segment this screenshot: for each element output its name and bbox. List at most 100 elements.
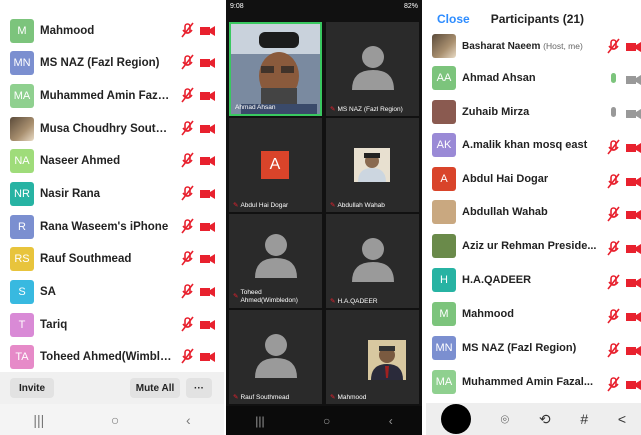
tile-name-label: ✎ Rauf Southmead — [233, 393, 289, 402]
avatar: MA — [10, 84, 34, 108]
invite-button[interactable]: Invite — [10, 378, 54, 398]
record-button[interactable] — [440, 404, 471, 434]
participant-name: Aziz ur Rehman Preside... — [462, 240, 597, 252]
participant-name: Abdullah Wahab — [462, 206, 548, 218]
left-participants-panel: M Mahmood MN MS NAZ (Fazl Region) MA Muh… — [0, 0, 224, 435]
tile-name-text: MS NAZ (Fazl Region) — [337, 105, 403, 113]
participant-name: Toheed Ahmed(Wimbled... — [40, 351, 172, 363]
tile-name-label: ✎ H.A.QADEER — [330, 297, 378, 306]
avatar: RS — [10, 247, 34, 271]
participant-video — [231, 24, 320, 114]
camera-off-icon — [626, 42, 641, 390]
participant-name: Basharat Naeem (Host, me) — [462, 41, 612, 52]
avatar — [10, 117, 34, 141]
participant-name: Mahmood — [462, 308, 514, 320]
person-silhouette-icon — [351, 46, 394, 90]
mute-icons-column — [181, 22, 215, 364]
letter-avatar: A — [261, 151, 289, 179]
avatar — [432, 100, 456, 124]
avatar: NA — [10, 149, 34, 173]
home-icon[interactable]: ○ — [111, 412, 119, 428]
mic-on-icon — [611, 107, 616, 117]
participant-name: Musa Choudhry Southfie... — [40, 123, 172, 135]
mute-icons-column — [607, 38, 641, 392]
video-tile-active-speaker[interactable]: Ahmad Ahsan — [229, 22, 322, 116]
android-nav-bar: ||| ○ ‹ — [0, 404, 224, 435]
tile-name-text: Toheed Ahmed(Wimbledon) — [240, 289, 298, 304]
home-icon[interactable]: ○ — [323, 414, 330, 428]
mic-muted-icon: ✎ — [233, 394, 239, 401]
camera-on-icon — [626, 75, 641, 119]
video-tile[interactable]: ✎ Abdullah Wahab — [326, 118, 419, 212]
participant-name: Rauf Southmead — [40, 253, 132, 265]
avatar: M — [432, 302, 456, 326]
profile-photo — [354, 148, 390, 182]
avatar: M — [10, 19, 34, 43]
avatar: MA — [432, 370, 456, 394]
back-icon[interactable]: ‹ — [389, 414, 393, 428]
status-battery: 82% — [403, 3, 418, 10]
back-icon[interactable]: ‹ — [186, 412, 191, 428]
status-time: 9:08 — [230, 3, 244, 10]
participant-name: Abdul Hai Dogar — [462, 173, 549, 185]
video-tile[interactable]: ✎ H.A.QADEER — [326, 214, 419, 308]
participant-list: M Mahmood MN MS NAZ (Fazl Region) MA Muh… — [0, 0, 224, 372]
mic-muted-icon: ✎ — [330, 106, 336, 113]
avatar — [432, 34, 456, 58]
profile-photo — [368, 340, 406, 380]
avatar: H — [432, 268, 456, 292]
hashtag-icon[interactable]: # — [580, 411, 588, 427]
participant-name: MS NAZ (Fazl Region) — [462, 342, 577, 354]
avatar: S — [10, 280, 34, 304]
tile-name-label: ✎ Abdullah Wahab — [330, 201, 385, 210]
recent-apps-icon[interactable]: ||| — [255, 414, 264, 428]
tile-name-text: H.A.QADEER — [337, 297, 378, 305]
recent-apps-icon[interactable]: ||| — [33, 412, 44, 428]
avatar: A — [432, 167, 456, 191]
mic-muted-icon: ✎ — [330, 394, 336, 401]
page-title: Participants (21) — [490, 12, 585, 26]
participant-name: Rana Waseem's iPhone — [40, 221, 169, 233]
status-bar: 9:08 82% — [226, 0, 422, 13]
scan-icon[interactable]: ⌾ — [501, 411, 509, 428]
close-button[interactable]: Close — [437, 12, 470, 26]
video-tile[interactable]: ✎ Toheed Ahmed(Wimbledon) — [229, 214, 322, 308]
more-button[interactable]: ··· — [186, 378, 212, 398]
person-silhouette-icon — [351, 238, 394, 282]
participant-name-text: Basharat Naeem — [462, 40, 541, 52]
participant-name: SA — [40, 286, 56, 298]
screenshot-toolbar: ⌾ ⟲ # < — [426, 403, 641, 435]
tile-name-label: Ahmad Ahsan — [235, 104, 276, 111]
tile-name-label: ✎ Mahmood — [330, 393, 366, 402]
host-badge: (Host, me) — [543, 40, 583, 51]
participant-name: A.malik khan mosq east — [462, 139, 588, 151]
tile-name-text: Abdul Hai Dogar — [240, 201, 289, 209]
mic-muted-icon: ✎ — [330, 298, 336, 305]
mute-all-button[interactable]: Mute All — [130, 378, 180, 398]
participant-name: MS NAZ (Fazl Region) — [40, 57, 160, 69]
tile-name-label: ✎ Abdul Hai Dogar — [233, 201, 289, 210]
right-participants-panel: Close Participants (21) Basharat Naeem (… — [426, 0, 641, 435]
mic-on-icon — [611, 73, 616, 83]
participant-name: Naseer Ahmed — [40, 155, 121, 167]
avatar: MN — [10, 51, 34, 75]
tile-name-text: Abdullah Wahab — [337, 201, 385, 209]
mic-muted-icon: ✎ — [233, 293, 239, 300]
video-tile[interactable]: ✎ Rauf Southmead — [229, 310, 322, 404]
camera-off-icon — [200, 26, 215, 362]
tile-name-label: ✎ Toheed Ahmed(Wimbledon) — [233, 289, 303, 305]
avatar: NR — [10, 182, 34, 206]
video-tile[interactable]: ✎ MS NAZ (Fazl Region) — [326, 22, 419, 116]
video-tile[interactable]: A ✎ Abdul Hai Dogar — [229, 118, 322, 212]
share-icon[interactable]: < — [618, 411, 626, 427]
participants-actions-bar: Invite Mute All ··· — [0, 372, 224, 404]
avatar — [432, 234, 456, 258]
video-gallery-panel: 9:08 82% Ahmad Ahsan ✎ MS NAZ (Fazl Regio… — [226, 0, 422, 435]
avatar: T — [10, 313, 34, 337]
participant-name: Zuhaib Mirza — [462, 106, 530, 118]
mic-muted-icon — [181, 22, 194, 364]
video-tile[interactable]: ✎ Mahmood — [326, 310, 419, 404]
avatar: MN — [432, 336, 456, 360]
person-silhouette-icon — [254, 234, 297, 278]
crop-icon[interactable]: ⟲ — [539, 411, 551, 428]
